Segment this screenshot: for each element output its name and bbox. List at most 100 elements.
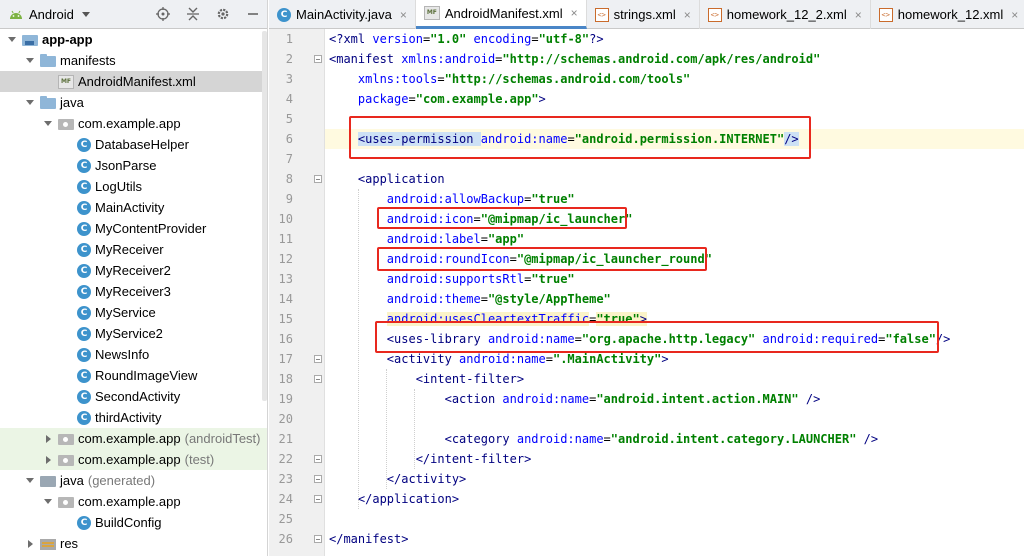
tree-item-label: manifests bbox=[60, 53, 116, 68]
tree-item[interactable]: MyContentProvider bbox=[0, 218, 267, 239]
code-line[interactable]: 1 <?xml version="1.0" encoding="utf-8"?> bbox=[286, 29, 1024, 49]
code-line[interactable]: 8 <application bbox=[286, 169, 1024, 189]
close-icon[interactable]: × bbox=[855, 8, 862, 22]
code-line[interactable]: 26 </manifest> bbox=[279, 529, 1024, 549]
chevron-down-icon[interactable] bbox=[81, 11, 90, 17]
code-token: encoding bbox=[473, 32, 532, 46]
editor-tab[interactable]: homework_12.xml × bbox=[871, 0, 1024, 29]
line-number: 12 bbox=[278, 252, 293, 266]
tree-item[interactable]: java bbox=[0, 92, 267, 113]
fold-marker-icon[interactable] bbox=[314, 175, 322, 183]
tree-item[interactable]: res bbox=[0, 533, 267, 554]
sidebar-scrollbar[interactable] bbox=[262, 31, 267, 401]
tree-item[interactable]: com.example.app bbox=[0, 113, 267, 134]
code-token: android:name bbox=[516, 432, 604, 446]
code-editor[interactable]: 1 <?xml version="1.0" encoding="utf-8"?> 2… bbox=[269, 29, 1024, 556]
editor-tab[interactable]: strings.xml × bbox=[587, 0, 700, 29]
locate-target-icon[interactable] bbox=[155, 6, 171, 22]
tree-item[interactable]: NewsInfo bbox=[0, 344, 267, 365]
code-line[interactable]: 2 <manifest xmlns:android="http://schemas… bbox=[286, 49, 1024, 69]
code-line[interactable]: 9 android:allowBackup="true" bbox=[286, 189, 1024, 209]
fold-marker-icon[interactable] bbox=[314, 375, 322, 383]
fold-marker-icon[interactable] bbox=[314, 355, 322, 363]
close-icon[interactable]: × bbox=[571, 6, 578, 20]
tree-item[interactable]: JsonParse bbox=[0, 155, 267, 176]
code-line[interactable]: 23 </activity> bbox=[279, 469, 1024, 489]
code-token: = bbox=[408, 92, 416, 106]
code-token: <intent-filter> bbox=[415, 372, 525, 386]
tree-item[interactable]: RoundImageView bbox=[0, 365, 267, 386]
collapsed-arrow-icon[interactable] bbox=[24, 538, 36, 550]
code-line[interactable]: 13 android:supportsRtl="true" bbox=[279, 269, 1024, 289]
fold-marker-icon[interactable] bbox=[314, 535, 322, 543]
close-icon[interactable]: × bbox=[684, 8, 691, 22]
project-view-selector[interactable]: Android bbox=[29, 7, 74, 22]
close-icon[interactable]: × bbox=[400, 8, 407, 22]
fold-marker-icon[interactable] bbox=[314, 55, 322, 63]
gear-icon[interactable] bbox=[215, 6, 231, 22]
expanded-arrow-icon[interactable] bbox=[24, 475, 36, 487]
code-line[interactable]: 14 android:theme="@style/AppTheme" bbox=[279, 289, 1024, 309]
editor-tab[interactable]: MF AndroidManifest.xml × bbox=[415, 0, 587, 29]
tree-item[interactable]: com.example.app bbox=[0, 491, 267, 512]
editor-tab[interactable]: MainActivity.java × bbox=[269, 0, 416, 29]
tree-item[interactable]: com.example.app (test) bbox=[0, 449, 267, 470]
tree-item[interactable]: thirdActivity bbox=[0, 407, 267, 428]
code-line[interactable]: 4 package="com.example.app"> bbox=[286, 89, 1024, 109]
tree-item[interactable]: MyService2 bbox=[0, 323, 267, 344]
collapsed-arrow-icon[interactable] bbox=[42, 433, 54, 445]
tree-item[interactable]: DatabaseHelper bbox=[0, 134, 267, 155]
tree-item[interactable]: MyReceiver3 bbox=[0, 281, 267, 302]
code-token: "true" bbox=[531, 272, 575, 286]
tree-item[interactable]: com.example.app (androidTest) bbox=[0, 428, 267, 449]
tree-item-label: SecondActivity bbox=[95, 389, 181, 404]
annotation-box-icon bbox=[377, 207, 627, 229]
code-token: "android.intent.action.MAIN" bbox=[596, 392, 799, 406]
tree-item[interactable]: MyReceiver2 bbox=[0, 260, 267, 281]
code-line[interactable]: 19 <action android:name="android.intent.… bbox=[279, 389, 1024, 409]
code-line[interactable]: 25 bbox=[279, 509, 1024, 529]
fold-marker-icon[interactable] bbox=[314, 455, 322, 463]
code-line[interactable]: 18 <intent-filter> bbox=[279, 369, 1024, 389]
expanded-arrow-icon[interactable] bbox=[24, 55, 36, 67]
code-line[interactable]: 3 xmlns:tools="http://schemas.android.co… bbox=[286, 69, 1024, 89]
tree-item[interactable]: BuildConfig bbox=[0, 512, 267, 533]
tree-item[interactable]: java (generated) bbox=[0, 470, 267, 491]
close-icon[interactable]: × bbox=[1011, 8, 1018, 22]
code-token: </manifest> bbox=[329, 532, 409, 546]
expanded-arrow-icon[interactable] bbox=[24, 97, 36, 109]
code-line[interactable]: 22 </intent-filter> bbox=[279, 449, 1024, 469]
tree-item[interactable]: MyReceiver bbox=[0, 239, 267, 260]
expanded-arrow-icon[interactable] bbox=[6, 34, 18, 46]
class-icon bbox=[77, 179, 91, 194]
hide-panel-icon[interactable] bbox=[245, 6, 261, 22]
line-number: 8 bbox=[285, 172, 293, 186]
expanded-arrow-icon[interactable] bbox=[42, 496, 54, 508]
class-icon bbox=[77, 389, 91, 404]
tree-item[interactable]: app-app bbox=[0, 29, 267, 50]
line-number: 20 bbox=[278, 412, 293, 426]
tree-item[interactable]: manifests bbox=[0, 50, 267, 71]
tree-item[interactable]: MF AndroidManifest.xml bbox=[0, 71, 267, 92]
expanded-arrow-icon[interactable] bbox=[42, 118, 54, 130]
code-text: <category android:name="android.intent.c… bbox=[329, 429, 879, 449]
code-line[interactable]: 24 </application> bbox=[279, 489, 1024, 509]
code-line[interactable]: 11 android:label="app" bbox=[279, 229, 1024, 249]
editor-tab[interactable]: homework_12_2.xml × bbox=[700, 0, 871, 29]
code-token: <activity bbox=[386, 352, 460, 366]
collapsed-arrow-icon[interactable] bbox=[42, 454, 54, 466]
code-token: <?xml bbox=[329, 32, 373, 46]
tree-item[interactable]: LogUtils bbox=[0, 176, 267, 197]
fold-marker-icon[interactable] bbox=[314, 475, 322, 483]
tree-item[interactable]: SecondActivity bbox=[0, 386, 267, 407]
code-area[interactable]: 1 <?xml version="1.0" encoding="utf-8"?> 2… bbox=[279, 29, 1024, 556]
code-line[interactable]: 21 <category android:name="android.inten… bbox=[279, 429, 1024, 449]
fold-marker-icon[interactable] bbox=[314, 495, 322, 503]
tree-item[interactable]: MyService bbox=[0, 302, 267, 323]
line-number: 11 bbox=[278, 232, 293, 246]
collapse-all-icon[interactable] bbox=[185, 6, 201, 22]
tree-item[interactable]: MainActivity bbox=[0, 197, 267, 218]
code-line[interactable]: 20 bbox=[279, 409, 1024, 429]
